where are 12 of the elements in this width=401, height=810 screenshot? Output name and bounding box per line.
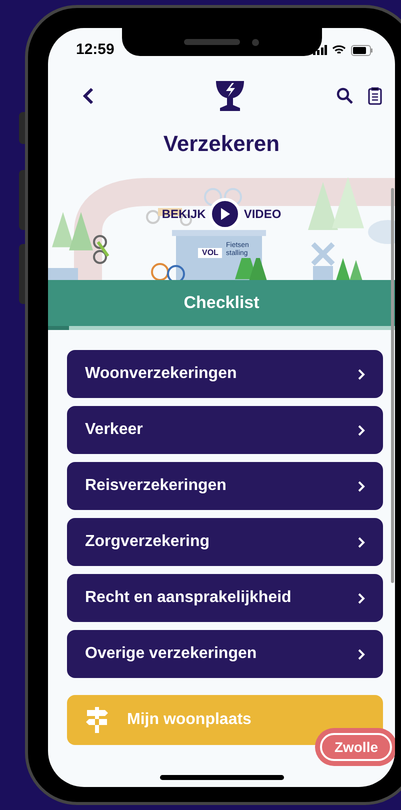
page-title: Verzekeren <box>162 130 281 158</box>
checklist-item[interactable]: Overige verzekeringen <box>67 630 383 678</box>
checklist-item[interactable]: Reisverzekeringen <box>67 462 383 510</box>
checklist-item[interactable]: Zorgverzekering <box>67 518 383 566</box>
watch-label: BEKIJK <box>162 206 206 223</box>
checklist-item[interactable]: Recht en aansprakelijkheid <box>67 574 383 622</box>
checklist-item[interactable]: Woonverzekeringen <box>67 350 383 398</box>
checklist-item[interactable]: Verkeer <box>67 406 383 454</box>
video-label: VIDEO <box>244 206 282 223</box>
status-time: 12:59 <box>76 40 114 60</box>
building-sign: VOL <box>198 248 222 258</box>
checklist-title: Checklist <box>184 292 260 314</box>
